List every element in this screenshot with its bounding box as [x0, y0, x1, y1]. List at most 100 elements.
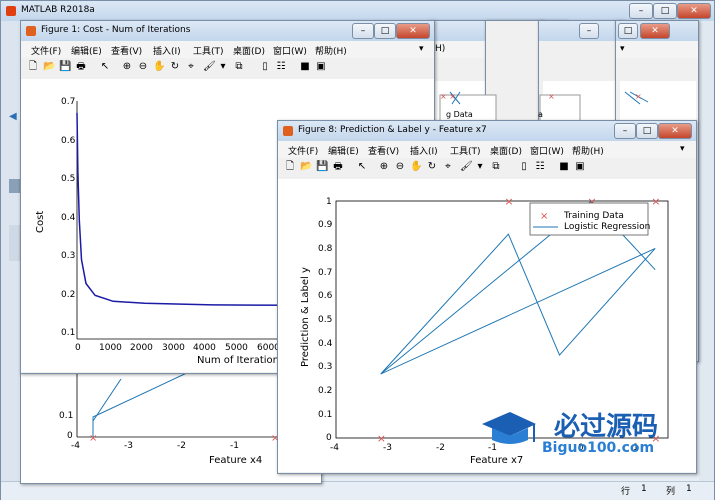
figure1-xtick-label: 0 [75, 343, 81, 353]
figure8-ytick-label: 0.8 [318, 244, 333, 254]
open-file-icon[interactable]: 📂 [43, 61, 55, 73]
link-plot-icon[interactable]: ⧉ [233, 61, 245, 73]
rotate-3d-icon[interactable]: ↻ [426, 161, 438, 173]
menu-edit[interactable]: 编辑(E) [71, 44, 102, 57]
colorbar-icon[interactable]: ▯ [518, 161, 530, 173]
colorbar-icon[interactable]: ▯ [259, 61, 271, 73]
data-cursor-icon[interactable]: ⌖ [185, 61, 197, 73]
zoom-in-icon[interactable]: ⊕ [121, 61, 133, 73]
print-icon[interactable]: 🖶 [332, 161, 344, 173]
legend-icon[interactable]: ☷ [275, 61, 287, 73]
figure8-ytick-label: 0.7 [318, 268, 333, 278]
hide-plot-tools-icon[interactable]: ■ [558, 161, 570, 173]
brush-icon[interactable]: 🖌 [203, 61, 216, 73]
menu-help[interactable]: 帮助(H) [315, 44, 347, 57]
menu-expand-icon[interactable]: ▾ [419, 44, 424, 54]
figure8-ytick-label: 0.1 [318, 410, 333, 420]
svg-text:×: × [89, 433, 97, 444]
menu-desktop[interactable]: 桌面(D) [490, 144, 522, 157]
minimize-button[interactable]: – [579, 23, 599, 39]
figure8-xtick-label: -3 [383, 443, 392, 453]
zoom-out-icon[interactable]: ⊖ [137, 61, 149, 73]
matlab-app-title: MATLAB R2018a [21, 5, 95, 15]
status-row-label: 行 [621, 487, 631, 497]
show-plot-tools-icon[interactable]: ▣ [574, 161, 586, 173]
show-plot-tools-icon[interactable]: ▣ [315, 61, 327, 73]
figure4-ytick-label: 0.1 [59, 411, 74, 421]
maximize-button[interactable]: □ [653, 3, 677, 19]
close-button[interactable]: ✕ [677, 3, 711, 19]
figure1-xtick-label: 1000 [99, 343, 122, 353]
figure8-ytick-label: 0.9 [318, 220, 333, 230]
figure8-xtick-label: -4 [330, 443, 339, 453]
background-figure-menu: ▾ [616, 41, 698, 58]
figure1-minimize-button[interactable]: – [352, 23, 374, 39]
figure8-maximize-button[interactable]: □ [636, 123, 658, 139]
maximize-button[interactable]: □ [618, 23, 638, 39]
figure1-ytick-label: 0.5 [61, 174, 76, 184]
menu-expand-icon[interactable]: ▾ [620, 44, 625, 54]
menu-expand-icon[interactable]: ▾ [680, 144, 685, 154]
figure4-ytick-label: 0 [67, 431, 73, 441]
minimize-button[interactable]: – [629, 3, 653, 19]
menu-help[interactable]: 帮助(H) [572, 144, 604, 157]
select-arrow-icon[interactable]: ↖ [99, 61, 111, 73]
new-figure-icon[interactable]: 🗋 [27, 61, 39, 73]
brush-dropdown-icon[interactable]: ▾ [217, 61, 229, 73]
figure1-title: Figure 1: Cost - Num of Iterations [41, 25, 191, 35]
rotate-3d-icon[interactable]: ↻ [169, 61, 181, 73]
figure1-maximize-button[interactable]: □ [374, 23, 396, 39]
menu-view[interactable]: 查看(V) [368, 144, 399, 157]
menu-tools[interactable]: 工具(T) [450, 144, 481, 157]
print-icon[interactable]: 🖶 [75, 61, 87, 73]
status-col-label: 列 [666, 487, 676, 497]
pan-icon[interactable]: ✋ [153, 61, 165, 73]
save-icon[interactable]: 💾 [316, 161, 328, 173]
menu-window[interactable]: 窗口(W) [273, 44, 307, 57]
menu-tools[interactable]: 工具(T) [193, 44, 224, 57]
menu-insert[interactable]: 插入(I) [410, 144, 438, 157]
legend-training-label: Training Data [564, 211, 624, 221]
menu-view[interactable]: 查看(V) [111, 44, 142, 57]
zoom-out-icon[interactable]: ⊖ [394, 161, 406, 173]
save-icon[interactable]: 💾 [59, 61, 71, 73]
legend-icon[interactable]: ☷ [534, 161, 546, 173]
zoom-in-icon[interactable]: ⊕ [378, 161, 390, 173]
background-legend-text-1: g Data [446, 110, 473, 119]
menu-window[interactable]: 窗口(W) [530, 144, 564, 157]
graduation-cap-icon [482, 412, 536, 444]
menu-help[interactable]: H) [435, 44, 445, 54]
figure8-minimize-button[interactable]: – [614, 123, 636, 139]
figure1-ytick-label: 0.6 [61, 136, 76, 146]
link-plot-icon[interactable]: ⧉ [490, 161, 502, 173]
menu-edit[interactable]: 编辑(E) [328, 144, 359, 157]
figure8-title: Figure 8: Prediction & Label y - Feature… [298, 125, 487, 135]
brush-dropdown-icon[interactable]: ▾ [474, 161, 486, 173]
scroll-stub-icon[interactable]: ◀ [9, 111, 17, 122]
pan-icon[interactable]: ✋ [410, 161, 422, 173]
figure1-close-button[interactable]: ✕ [396, 23, 430, 39]
brush-icon[interactable]: 🖌 [460, 161, 473, 173]
menu-file[interactable]: 文件(F) [288, 144, 318, 157]
menu-file[interactable]: 文件(F) [31, 44, 61, 57]
training-data-marker: × [651, 195, 660, 208]
figure8-close-button[interactable]: ✕ [658, 123, 692, 139]
watermark-cn-text: 必过源码 [554, 412, 659, 442]
figure1-xtick-label: 2000 [130, 343, 153, 353]
menu-desktop[interactable]: 桌面(D) [233, 44, 265, 57]
open-file-icon[interactable]: 📂 [300, 161, 312, 173]
status-row-value: 1 [641, 484, 647, 494]
hide-plot-tools-icon[interactable]: ■ [299, 61, 311, 73]
menu-insert[interactable]: 插入(I) [153, 44, 181, 57]
new-figure-icon[interactable]: 🗋 [284, 161, 296, 173]
figure8-toolbar: 🗋 📂 💾 🖶 ↖ ⊕ ⊖ ✋ ↻ ⌖ 🖌 ▾ ⧉ ▯ ☷ ■ ▣ [278, 158, 696, 180]
figure4-xtick-label: -4 [71, 441, 80, 451]
data-cursor-icon[interactable]: ⌖ [442, 161, 454, 173]
matlab-right-panel [699, 21, 714, 481]
matlab-title-bar: MATLAB R2018a – □ ✕ [1, 1, 714, 21]
figure1-ytick-label: 0.3 [61, 251, 76, 261]
watermark: 必过源码 Biguo100.com [478, 404, 693, 464]
close-button[interactable]: ✕ [640, 23, 670, 39]
svg-text:×: × [548, 92, 555, 101]
select-arrow-icon[interactable]: ↖ [356, 161, 368, 173]
